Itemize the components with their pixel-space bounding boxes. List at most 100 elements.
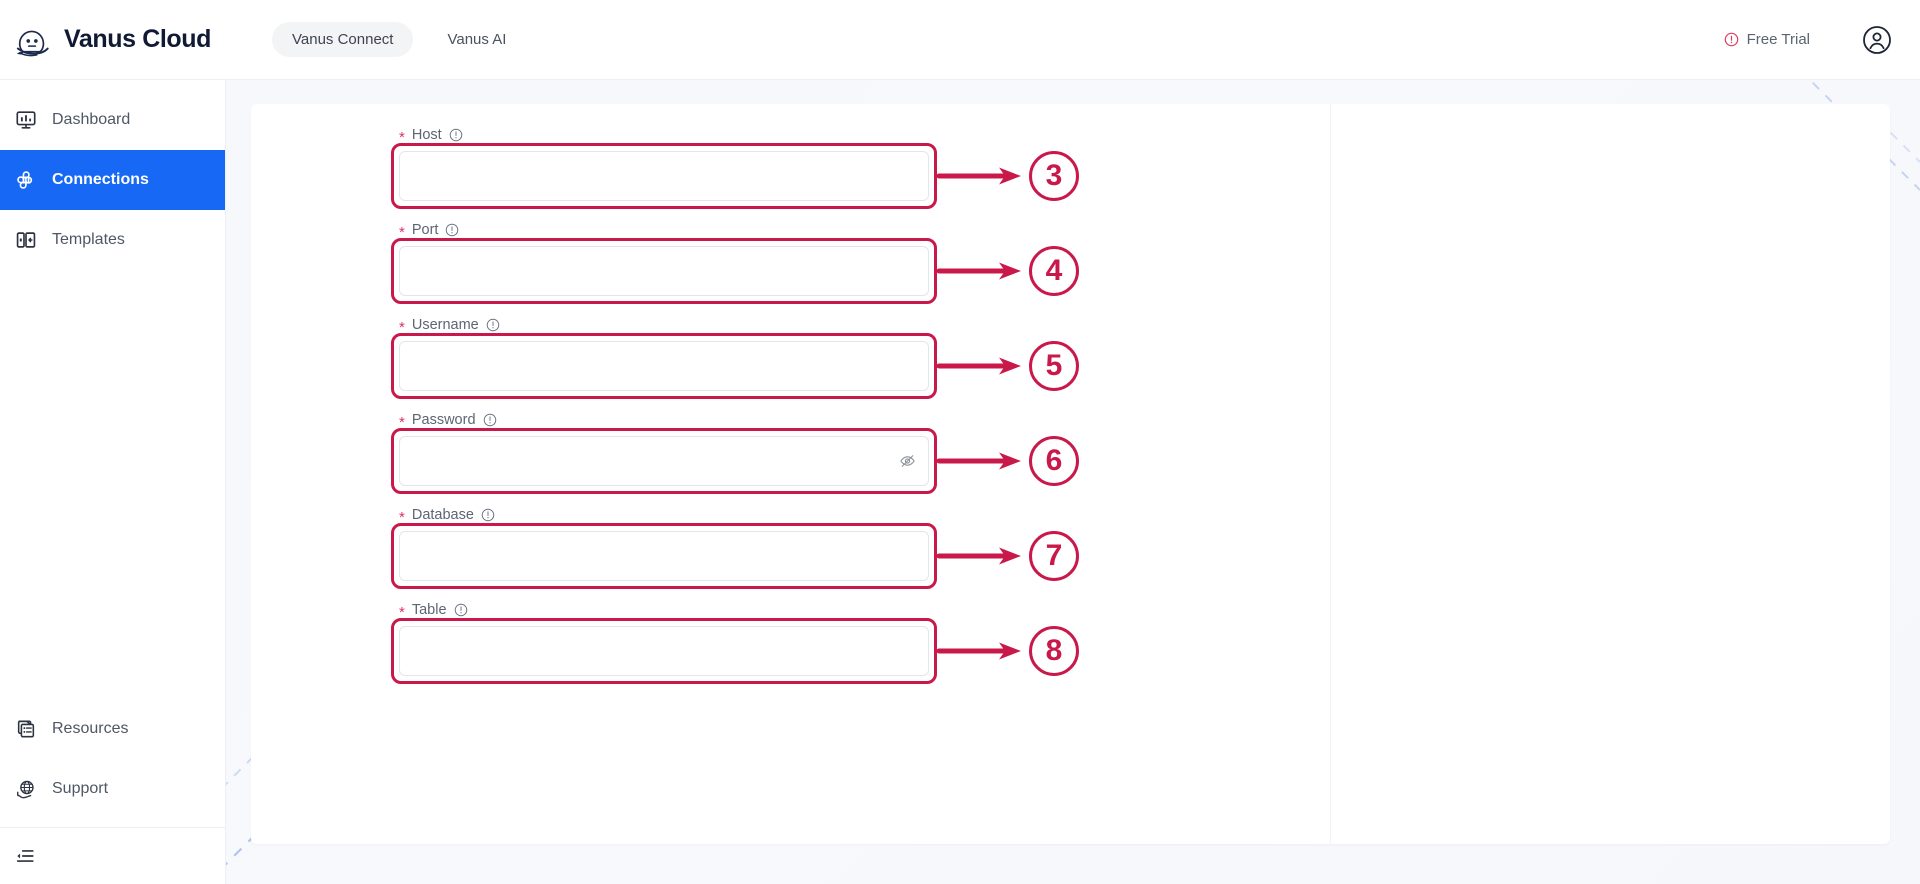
alert-circle-icon [1724,32,1739,47]
user-circle-icon[interactable] [1862,25,1892,55]
app-root: Vanus Cloud Vanus Connect Vanus AI Free … [0,0,1920,884]
collapse-sidebar-icon[interactable] [0,828,225,884]
field-label-username: * Username [399,316,929,336]
field-label-text: Host [411,127,442,143]
field-label-text: Table [411,602,447,618]
annotation-number-port: 4 [1029,246,1079,296]
annotation-arrow-icon [937,642,1021,660]
templates-panels-icon [14,228,38,252]
annotation-username: 5 [937,341,1079,391]
resources-list-icon [14,717,38,741]
whale-logo-icon [14,21,52,59]
annotation-number-password: 6 [1029,436,1079,486]
annotation-arrow-icon [937,167,1021,185]
info-circle-icon[interactable] [449,128,463,142]
brand[interactable]: Vanus Cloud [14,21,226,59]
brand-name: Vanus Cloud [64,25,212,53]
required-marker: * [399,129,405,146]
field-label-port: * Port [399,221,929,241]
field-database: * Database 7 [391,506,1079,589]
annotation-host: 3 [937,151,1079,201]
input-wrap-database [391,523,937,589]
field-table: * Table 8 [391,601,1079,684]
connection-form-card: * Host 3 * Port 4 * Username 5 * Passwor… [251,104,1890,844]
info-circle-icon[interactable] [486,318,500,332]
table-input[interactable] [399,626,929,676]
eye-off-icon[interactable] [899,453,916,470]
annotation-number-table: 8 [1029,626,1079,676]
database-input[interactable] [399,531,929,581]
sidebar-item-connections[interactable]: Connections [0,150,225,210]
field-username: * Username 5 [391,316,1079,399]
connections-plug-icon [14,168,38,192]
required-marker: * [399,224,405,241]
annotation-number-database: 7 [1029,531,1079,581]
dashboard-monitor-icon [14,108,38,132]
tab-vanus-ai[interactable]: Vanus AI [427,22,526,57]
sidebar-secondary-nav: Resources Support [0,699,225,884]
required-marker: * [399,509,405,526]
sidebar-item-label: Connections [52,171,149,188]
annotation-number-username: 5 [1029,341,1079,391]
sidebar-item-label: Support [52,780,109,797]
username-input[interactable] [399,341,929,391]
input-wrap-username [391,333,937,399]
card-right-empty-column [1331,104,1890,844]
field-label-database: * Database [399,506,929,526]
info-circle-icon[interactable] [445,223,459,237]
required-marker: * [399,319,405,336]
required-marker: * [399,604,405,621]
top-bar-right: Free Trial [1724,25,1892,55]
sidebar-item-support[interactable]: Support [0,759,225,819]
top-bar: Vanus Cloud Vanus Connect Vanus AI Free … [0,0,1920,80]
free-trial-label: Free Trial [1746,31,1810,48]
field-label-text: Password [411,412,476,428]
sidebar-item-templates[interactable]: Templates [0,210,225,270]
field-port: * Port 4 [391,221,1079,304]
field-password: * Password 6 [391,411,1079,494]
field-label-text: Port [411,222,439,238]
annotation-password: 6 [937,436,1079,486]
annotation-number-host: 3 [1029,151,1079,201]
field-host: * Host 3 [391,126,1079,209]
input-wrap-host [391,143,937,209]
tab-vanus-connect[interactable]: Vanus Connect [272,22,414,57]
field-label-text: Username [411,317,479,333]
support-globe-hand-icon [14,777,38,801]
field-label-host: * Host [399,126,929,146]
form-column: * Host 3 * Port 4 * Username 5 * Passwor… [251,104,1331,844]
input-wrap-table [391,618,937,684]
top-nav-tabs: Vanus Connect Vanus AI [272,22,526,57]
required-marker: * [399,414,405,431]
annotation-database: 7 [937,531,1079,581]
info-circle-icon[interactable] [454,603,468,617]
annotation-arrow-icon [937,547,1021,565]
annotation-arrow-icon [937,452,1021,470]
sidebar-item-label: Templates [52,231,125,248]
info-circle-icon[interactable] [483,413,497,427]
body-wrapper: Dashboard Connections Templates Resource… [0,80,1920,884]
port-input[interactable] [399,246,929,296]
host-input[interactable] [399,151,929,201]
annotation-port: 4 [937,246,1079,296]
main-content: * Host 3 * Port 4 * Username 5 * Passwor… [226,80,1920,884]
annotation-arrow-icon [937,357,1021,375]
field-label-password: * Password [399,411,929,431]
sidebar-item-resources[interactable]: Resources [0,699,225,759]
sidebar-item-dashboard[interactable]: Dashboard [0,90,225,150]
sidebar-item-label: Resources [52,720,129,737]
sidebar-primary-nav: Dashboard Connections Templates [0,80,225,270]
sidebar: Dashboard Connections Templates Resource… [0,80,226,884]
info-circle-icon[interactable] [481,508,495,522]
connection-form: * Host 3 * Port 4 * Username 5 * Passwor… [251,104,1330,684]
annotation-table: 8 [937,626,1079,676]
free-trial-badge[interactable]: Free Trial [1724,31,1810,48]
field-label-table: * Table [399,601,929,621]
sidebar-item-label: Dashboard [52,111,131,128]
field-label-text: Database [411,507,474,523]
password-input[interactable] [399,436,929,486]
input-wrap-password [391,428,937,494]
input-wrap-port [391,238,937,304]
annotation-arrow-icon [937,262,1021,280]
